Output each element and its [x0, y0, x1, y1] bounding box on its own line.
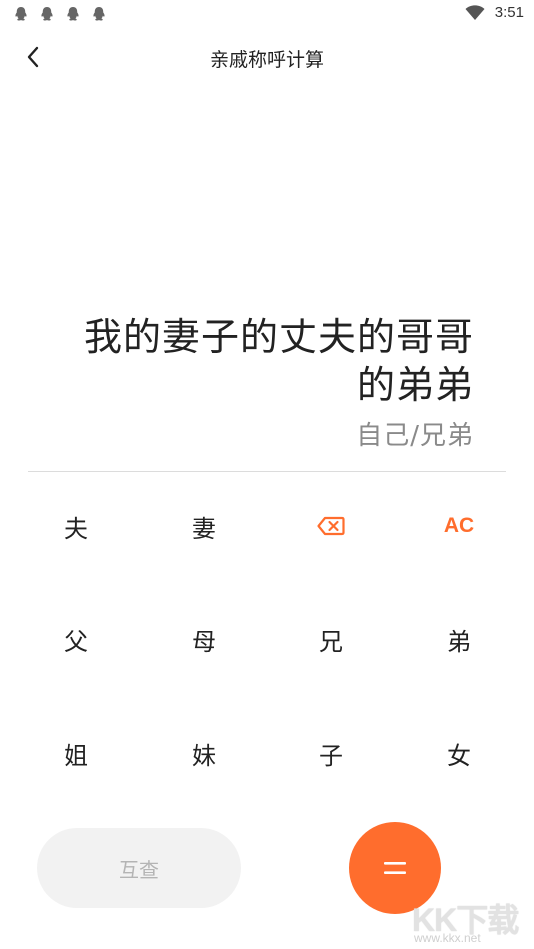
result-display: 自己/兄弟: [356, 421, 474, 451]
key-younger-sister[interactable]: 妹: [140, 699, 268, 807]
key-wife[interactable]: 妻: [140, 472, 268, 580]
clear-all-button[interactable]: AC: [395, 472, 523, 580]
key-elder-sister[interactable]: 姐: [12, 699, 140, 807]
qq-icon: [67, 7, 79, 21]
key-son[interactable]: 子: [267, 699, 395, 807]
key-mother[interactable]: 母: [140, 585, 268, 693]
status-right: 3:51: [465, 4, 524, 21]
status-bar: 3:51: [0, 0, 534, 28]
key-husband[interactable]: 夫: [12, 472, 140, 580]
equals-button[interactable]: [349, 822, 441, 914]
qq-icon: [93, 7, 105, 21]
expression-line: 的弟弟: [356, 363, 474, 407]
title-bar: 亲戚称呼计算: [0, 36, 534, 78]
page-title: 亲戚称呼计算: [209, 49, 324, 71]
watermark-url: www.kkx.net: [414, 931, 481, 945]
watermark: KK下载 www.kkx.net: [410, 895, 528, 947]
key-younger-brother[interactable]: 弟: [395, 585, 523, 693]
backspace-icon: [317, 516, 345, 536]
qq-icon: [15, 7, 27, 21]
expression-line: 我的妻子的丈夫的哥哥: [83, 315, 474, 359]
key-elder-brother[interactable]: 兄: [267, 585, 395, 693]
wifi-icon: [465, 4, 485, 20]
keypad: 夫 妻 AC 父 母 兄 弟 姐 妹 子 女: [0, 472, 534, 812]
key-daughter[interactable]: 女: [395, 699, 523, 807]
key-father[interactable]: 父: [12, 585, 140, 693]
mutual-lookup-button[interactable]: 互查: [37, 828, 241, 908]
backspace-button[interactable]: [267, 472, 395, 580]
expression-display: 我的妻子的丈夫的哥哥 的弟弟: [44, 313, 474, 409]
notification-icons: [14, 6, 106, 22]
equals-icon: [384, 862, 406, 874]
qq-icon: [41, 7, 53, 21]
status-time: 3:51: [494, 4, 524, 21]
watermark-logo: KK下载: [412, 902, 519, 938]
